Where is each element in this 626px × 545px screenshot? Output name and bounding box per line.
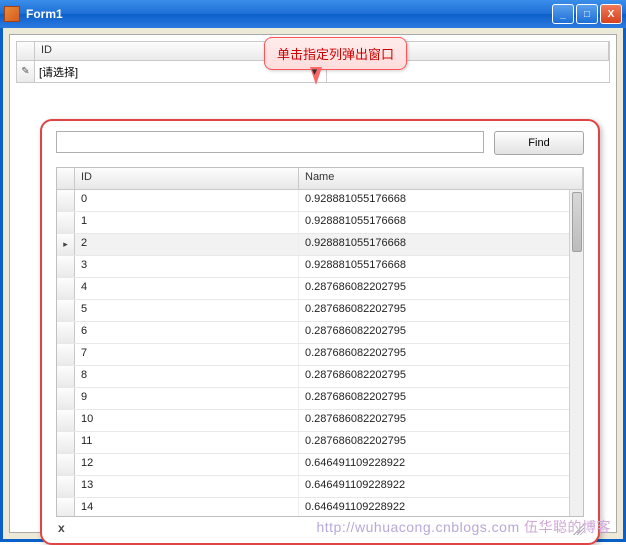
inner-panel: 单击指定列弹出窗口 ID Name ✎ [请选择] ▾ Find [9,34,617,533]
client-area: 单击指定列弹出窗口 ID Name ✎ [请选择] ▾ Find [0,28,626,542]
chevron-down-icon[interactable]: ▾ [308,64,322,80]
row-indicator-icon [57,388,75,409]
popup-close-icon[interactable]: x [56,521,67,535]
cell-name: 0.287686082202795 [299,366,583,387]
row-indicator-icon [57,366,75,387]
table-row[interactable]: 120.646491109228922 [57,454,583,476]
row-indicator-icon [57,212,75,233]
table-row[interactable]: 100.287686082202795 [57,410,583,432]
search-input[interactable] [56,131,484,153]
row-indicator-icon [57,256,75,277]
window-controls: _ □ X [552,4,622,24]
cell-id: 5 [75,300,299,321]
table-row[interactable]: 40.287686082202795 [57,278,583,300]
cell-name: 0.928881055176668 [299,190,583,211]
table-row[interactable]: 60.287686082202795 [57,322,583,344]
find-button[interactable]: Find [494,131,584,155]
cell-name: 0.287686082202795 [299,388,583,409]
popup-grid-body: 00.92888105517666810.928881055176668▸20.… [57,190,583,516]
maximize-button[interactable]: □ [576,4,598,24]
id-combo[interactable]: [请选择] ▾ [35,64,326,80]
cell-id: 3 [75,256,299,277]
cell-name: 0.646491109228922 [299,476,583,497]
id-combo-text: [请选择] [39,64,308,80]
cell-id: 4 [75,278,299,299]
cell-name: 0.646491109228922 [299,498,583,516]
popup-header-indicator [57,168,75,189]
table-row[interactable]: 50.287686082202795 [57,300,583,322]
row-indicator-icon [57,410,75,431]
table-row[interactable]: 110.287686082202795 [57,432,583,454]
row-indicator-icon [57,344,75,365]
row-indicator-icon [57,498,75,516]
cell-id: 7 [75,344,299,365]
table-row[interactable]: 30.928881055176668 [57,256,583,278]
row-indicator-icon [57,476,75,497]
title-bar[interactable]: Form1 _ □ X [0,0,626,28]
lookup-popup: Find ID Name 00.92888105517666810.928881… [40,119,600,545]
cell-name: 0.928881055176668 [299,256,583,277]
cell-id: 6 [75,322,299,343]
minimize-button[interactable]: _ [552,4,574,24]
row-indicator-icon [57,454,75,475]
table-row[interactable]: 90.287686082202795 [57,388,583,410]
edit-indicator-icon: ✎ [17,61,35,82]
row-indicator-icon [57,432,75,453]
cell-name: 0.928881055176668 [299,234,583,255]
table-row[interactable]: 10.928881055176668 [57,212,583,234]
main-header-indicator [17,42,35,60]
cell-id: 11 [75,432,299,453]
row-indicator-icon [57,190,75,211]
cell-id: 12 [75,454,299,475]
table-row[interactable]: 00.928881055176668 [57,190,583,212]
app-icon [4,6,20,22]
cell-id: 14 [75,498,299,516]
table-row[interactable]: 80.287686082202795 [57,366,583,388]
row-indicator-icon [57,300,75,321]
watermark: http://wuhuacong.cnblogs.com 伍华聪的博客 [316,517,611,537]
row-indicator-icon [57,322,75,343]
scrollbar-thumb[interactable] [572,192,582,252]
row-indicator-icon: ▸ [57,234,75,255]
popup-header-id[interactable]: ID [75,168,299,189]
popup-header-name[interactable]: Name [299,168,583,189]
cell-id: 0 [75,190,299,211]
close-button[interactable]: X [600,4,622,24]
cell-id: 9 [75,388,299,409]
search-row: Find [56,131,584,155]
cell-id: 2 [75,234,299,255]
table-row[interactable]: 130.646491109228922 [57,476,583,498]
cell-id: 8 [75,366,299,387]
cell-name: 0.287686082202795 [299,410,583,431]
table-row[interactable]: 70.287686082202795 [57,344,583,366]
row-indicator-icon [57,278,75,299]
cell-name: 0.928881055176668 [299,212,583,233]
watermark-cn: 伍华聪的博客 [520,519,611,535]
table-row[interactable]: ▸20.928881055176668 [57,234,583,256]
table-row[interactable]: 140.646491109228922 [57,498,583,516]
cell-name: 0.646491109228922 [299,454,583,475]
cell-name: 0.287686082202795 [299,344,583,365]
cell-id: 1 [75,212,299,233]
cell-id: 13 [75,476,299,497]
cell-name: 0.287686082202795 [299,300,583,321]
cell-name: 0.287686082202795 [299,432,583,453]
window-title: Form1 [26,7,552,21]
cell-id: 10 [75,410,299,431]
cell-name: 0.287686082202795 [299,278,583,299]
popup-grid: ID Name 00.92888105517666810.92888105517… [56,167,584,517]
popup-grid-header: ID Name [57,168,583,190]
vertical-scrollbar[interactable] [569,190,583,516]
callout-text: 单击指定列弹出窗口 [277,47,394,62]
cell-name: 0.287686082202795 [299,322,583,343]
watermark-url: http://wuhuacong.cnblogs.com [316,519,519,535]
